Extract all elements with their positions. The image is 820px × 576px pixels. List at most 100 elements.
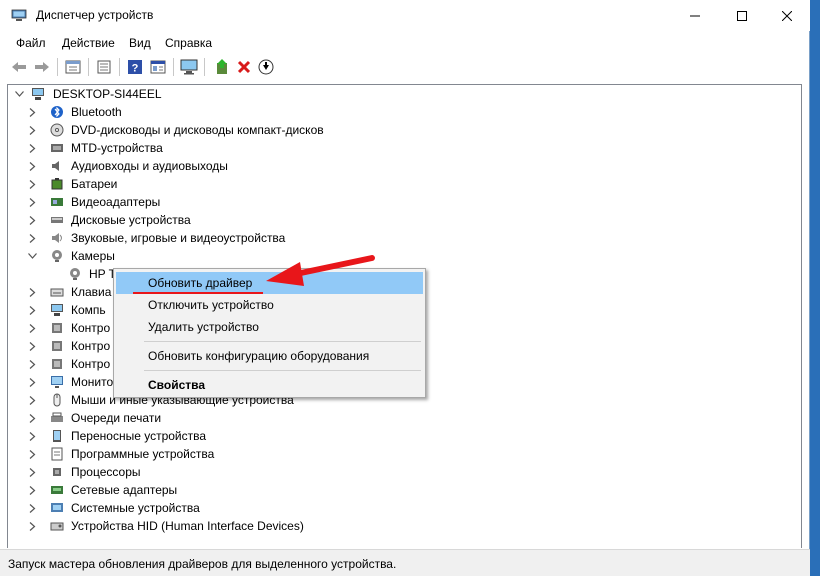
menu-action[interactable]: Действие: [62, 36, 115, 50]
tree-item-label: Контро: [71, 357, 111, 371]
chevron-right-icon[interactable]: [27, 484, 37, 496]
context-item-uninstall-device[interactable]: Удалить устройство: [116, 316, 423, 338]
tree-category-item[interactable]: Системные устройства: [8, 499, 788, 517]
toolbar-separator: [88, 58, 89, 76]
tree-category-item[interactable]: Устройства HID (Human Interface Devices): [8, 517, 788, 535]
context-item-properties[interactable]: Свойства: [116, 374, 423, 396]
tree-item-label: Контро: [71, 321, 111, 335]
minimize-button[interactable]: [672, 0, 718, 31]
tree-category-item[interactable]: MTD-устройства: [8, 139, 788, 157]
chevron-right-icon[interactable]: [27, 502, 37, 514]
chevron-right-icon[interactable]: [27, 214, 37, 226]
tree-item-label: Аудиовходы и аудиовыходы: [71, 159, 228, 173]
tree-item-label: Компь: [71, 303, 106, 317]
chevron-right-icon[interactable]: [27, 466, 37, 478]
webcam-icon: [67, 266, 83, 282]
portable-icon: [49, 428, 65, 444]
tree-category-item[interactable]: Камеры: [8, 247, 788, 265]
computer-icon: [49, 302, 65, 318]
forward-icon[interactable]: [33, 58, 51, 76]
tree-category-item[interactable]: Переносные устройства: [8, 427, 788, 445]
chevron-right-icon[interactable]: [27, 304, 37, 316]
tree-category-item[interactable]: Дисковые устройства: [8, 211, 788, 229]
toolbar: ?: [0, 55, 810, 79]
list-icon[interactable]: [95, 58, 113, 76]
chevron-right-icon[interactable]: [27, 430, 37, 442]
context-separator: [144, 341, 421, 342]
maximize-icon: [737, 10, 747, 21]
chevron-right-icon[interactable]: [27, 142, 37, 154]
toolbar-separator: [204, 58, 205, 76]
download-icon[interactable]: [257, 58, 275, 76]
menu-view[interactable]: Вид: [129, 36, 151, 50]
bluetooth-icon: [49, 104, 65, 120]
tree-root-label: DESKTOP-SI44EEL: [53, 87, 162, 101]
tree-category-item[interactable]: Сетевые адаптеры: [8, 481, 788, 499]
chevron-right-icon[interactable]: [27, 394, 37, 406]
display-adapter-icon: [49, 194, 65, 210]
context-menu: Обновить драйвер Отключить устройство Уд…: [113, 268, 426, 398]
tree-item-label: Очереди печати: [71, 411, 162, 425]
chevron-right-icon[interactable]: [27, 358, 37, 370]
cpu-icon: [49, 464, 65, 480]
tree-category-item[interactable]: Аудиовходы и аудиовыходы: [8, 157, 788, 175]
tree-category-item[interactable]: Батареи: [8, 175, 788, 193]
properties-icon[interactable]: [64, 58, 82, 76]
uninstall-icon[interactable]: [235, 58, 253, 76]
close-button[interactable]: [764, 0, 810, 31]
chevron-right-icon[interactable]: [27, 106, 37, 118]
chevron-right-icon[interactable]: [27, 376, 37, 388]
chevron-right-icon[interactable]: [27, 124, 37, 136]
svg-text:?: ?: [132, 63, 139, 75]
tree-item-label: Дисковые устройства: [71, 213, 191, 227]
chevron-down-icon[interactable]: [14, 88, 24, 100]
back-icon[interactable]: [10, 58, 28, 76]
chevron-right-icon[interactable]: [27, 178, 37, 190]
tree-category-item[interactable]: Программные устройства: [8, 445, 788, 463]
chevron-right-icon[interactable]: [27, 322, 37, 334]
tree-item-label: DVD-дисководы и дисководы компакт-дисков: [71, 123, 324, 137]
title-bar[interactable]: Диспетчер устройств: [0, 0, 810, 31]
tree-item-label: Сетевые адаптеры: [71, 483, 178, 497]
chevron-down-icon[interactable]: [27, 250, 37, 262]
network-icon: [49, 482, 65, 498]
chevron-right-icon[interactable]: [27, 412, 37, 424]
context-item-scan-hardware[interactable]: Обновить конфигурацию оборудования: [116, 345, 423, 367]
context-item-update-driver[interactable]: Обновить драйвер: [116, 272, 423, 294]
details-icon[interactable]: [149, 58, 167, 76]
update-driver-icon[interactable]: [213, 58, 231, 76]
maximize-button[interactable]: [719, 0, 765, 31]
chevron-right-icon[interactable]: [27, 286, 37, 298]
chevron-right-icon[interactable]: [27, 340, 37, 352]
chevron-right-icon[interactable]: [27, 520, 37, 532]
tree-item-label: MTD-устройства: [71, 141, 163, 155]
status-text: Запуск мастера обновления драйверов для …: [8, 557, 397, 571]
tree-root[interactable]: DESKTOP-SI44EEL: [8, 85, 788, 103]
printer-icon: [49, 410, 65, 426]
menu-help[interactable]: Справка: [165, 36, 212, 50]
help-icon[interactable]: ?: [126, 58, 144, 76]
controller-icon: [49, 356, 65, 372]
tree-category-item[interactable]: Звуковые, игровые и видеоустройства: [8, 229, 788, 247]
tree-category-item[interactable]: Bluetooth: [8, 103, 788, 121]
tree-category-item[interactable]: Очереди печати: [8, 409, 788, 427]
controller-icon: [49, 320, 65, 336]
keyboard-icon: [49, 284, 65, 300]
tree-item-label: Переносные устройства: [71, 429, 207, 443]
tree-category-item[interactable]: Видеоадаптеры: [8, 193, 788, 211]
context-item-disable-device[interactable]: Отключить устройство: [116, 294, 423, 316]
tree-category-item[interactable]: Процессоры: [8, 463, 788, 481]
chevron-right-icon[interactable]: [27, 160, 37, 172]
tree-category-item[interactable]: DVD-дисководы и дисководы компакт-дисков: [8, 121, 788, 139]
minimize-icon: [690, 15, 700, 16]
chevron-right-icon[interactable]: [27, 232, 37, 244]
monitor-icon[interactable]: [180, 58, 198, 76]
disk-icon: [49, 212, 65, 228]
status-bar: Запуск мастера обновления драйверов для …: [0, 549, 810, 576]
tree-item-label: Звуковые, игровые и видеоустройства: [71, 231, 286, 245]
tree-item-label: Устройства HID (Human Interface Devices): [71, 519, 304, 533]
chevron-right-icon[interactable]: [27, 448, 37, 460]
menu-file[interactable]: Файл: [16, 36, 46, 50]
tree-item-label: Батареи: [71, 177, 118, 191]
chevron-right-icon[interactable]: [27, 196, 37, 208]
